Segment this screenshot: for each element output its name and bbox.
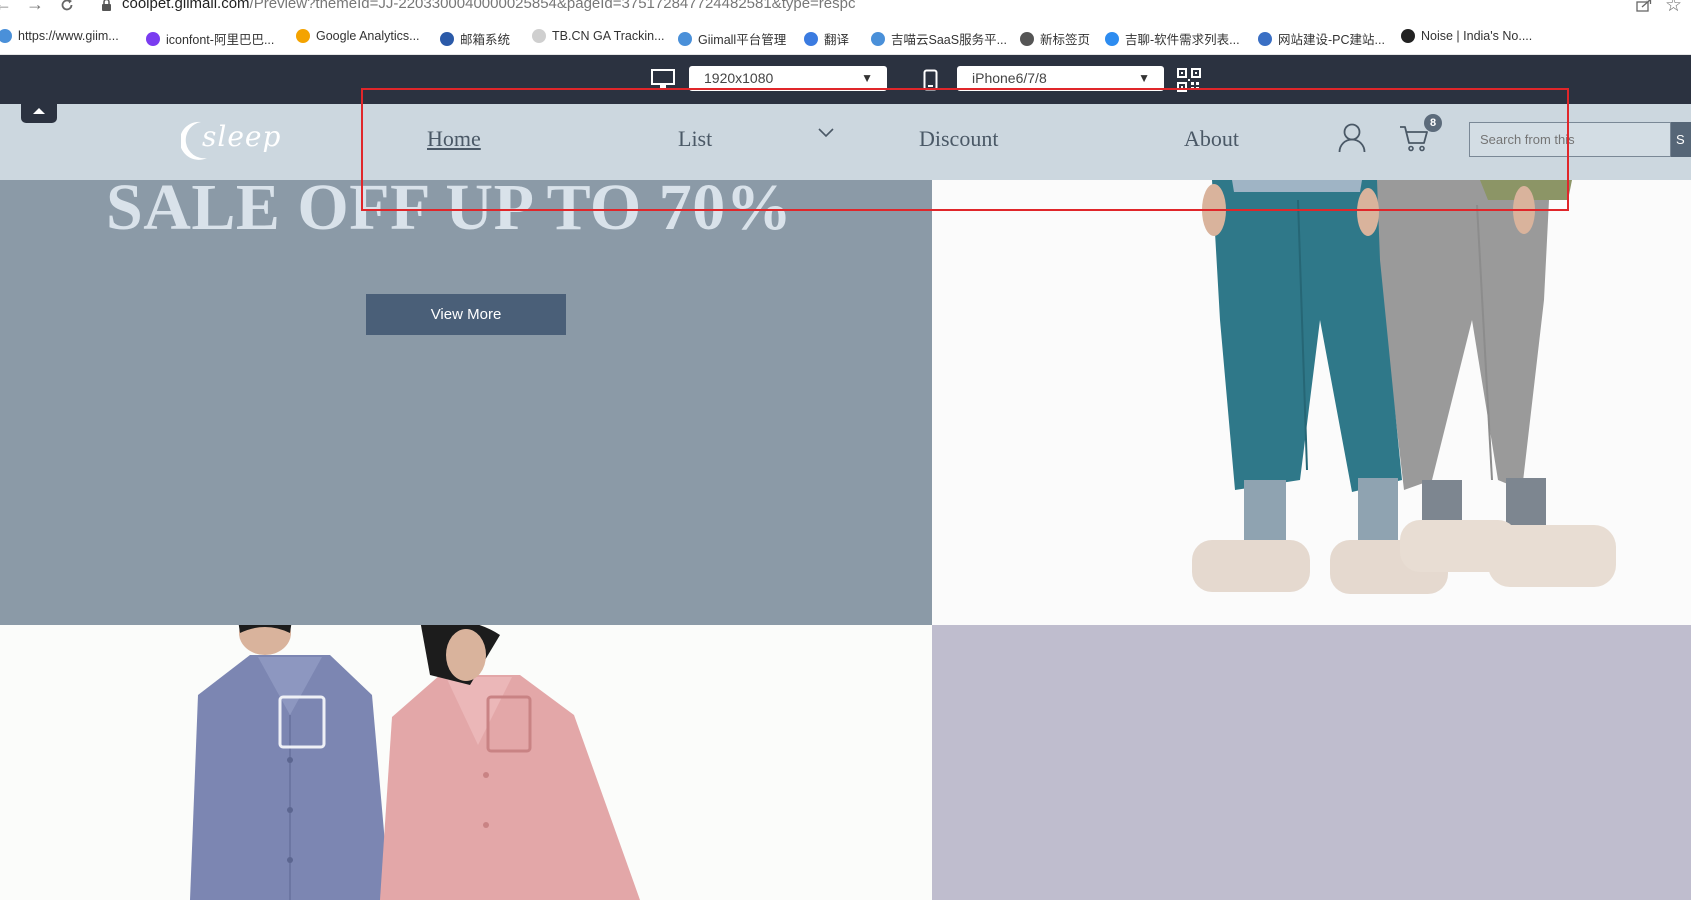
address-field[interactable]: coolpet.giimall.com/Preview?themeId=JJ-2…	[122, 0, 855, 12]
bookmark-item[interactable]: https://www.giim...	[0, 29, 119, 43]
lock-icon	[102, 0, 111, 11]
bookmark-favicon-icon	[0, 29, 12, 43]
bookmarks-bar: https://www.giim... iconfont-阿里巴巴... Googl…	[0, 24, 1691, 55]
dropdown-arrow-icon: ▼	[1138, 71, 1150, 85]
bookmark-label: Noise | India's No....	[1421, 29, 1533, 43]
bookmark-favicon-icon	[1258, 31, 1272, 46]
bookmark-label: Google Analytics...	[316, 29, 420, 43]
bookmark-favicon-icon	[296, 29, 310, 43]
bookmark-item[interactable]: Google Analytics...	[296, 29, 420, 43]
forward-icon[interactable]: →	[26, 0, 44, 15]
bookmark-item[interactable]: Noise | India's No....	[1401, 29, 1532, 43]
bookmark-favicon-icon	[532, 29, 546, 43]
reload-icon[interactable]	[60, 0, 74, 12]
share-icon[interactable]	[1636, 0, 1652, 12]
bookmark-item[interactable]: Giimall平台管理	[678, 29, 786, 48]
bookmark-item[interactable]: 新标签页	[1020, 29, 1090, 48]
bookmark-label: https://www.giim...	[18, 29, 119, 43]
bookmark-item[interactable]: 翻译	[804, 29, 849, 48]
logo-text[interactable]: sleep	[202, 120, 281, 153]
bookmark-favicon-icon	[1401, 29, 1415, 43]
bookmark-label: 吉喵云SaaS服务平...	[891, 33, 1007, 47]
bookmark-favicon-icon	[146, 31, 160, 46]
sale-headline: SALE OFF UP TO 70%	[106, 171, 793, 244]
cart-count-badge: 8	[1424, 114, 1442, 132]
bookmark-favicon-icon	[804, 31, 818, 46]
bookmark-item[interactable]: iconfont-阿里巴巴...	[146, 29, 274, 48]
mobile-icon[interactable]	[923, 69, 938, 91]
desktop-resolution-select[interactable]: 1920x1080 ▼	[689, 66, 887, 91]
pants-product-image[interactable]	[932, 180, 1691, 625]
bookmark-label: 邮箱系统	[460, 33, 511, 47]
bookmark-favicon-icon	[871, 31, 885, 46]
back-to-top-button[interactable]	[21, 100, 57, 123]
promo-tile	[0, 180, 932, 625]
bookmark-label: 吉聊-软件需求列表...	[1125, 33, 1240, 47]
user-account-icon[interactable]	[1338, 123, 1366, 153]
nav-home[interactable]: Home	[427, 126, 481, 152]
search-button[interactable]: S	[1671, 122, 1691, 157]
chevron-down-icon[interactable]	[818, 128, 834, 138]
bookmark-label: 新标签页	[1040, 33, 1091, 47]
nav-discount[interactable]: Discount	[919, 126, 998, 152]
pajama-shirts-product-image[interactable]	[0, 625, 932, 900]
bookmark-item[interactable]: 邮箱系统	[440, 29, 510, 48]
nav-about[interactable]: About	[1184, 126, 1239, 152]
nav-list[interactable]: List	[678, 126, 712, 152]
search-input[interactable]	[1469, 122, 1671, 157]
bookmark-label: 网站建设-PC建站...	[1278, 33, 1385, 47]
dropdown-arrow-icon: ▼	[861, 71, 873, 85]
preview-toolbar: 1920x1080 ▼ iPhone6/7/8 ▼	[0, 55, 1691, 104]
bookmark-item[interactable]: TB.CN GA Trackin...	[532, 29, 665, 43]
bookmark-label: 翻译	[824, 33, 850, 47]
qr-code-icon[interactable]	[1177, 68, 1201, 92]
bookmark-favicon-icon	[678, 31, 692, 46]
browser-url-bar: ← → coolpet.giimall.com/Preview?themeId=…	[0, 0, 1691, 20]
bookmark-favicon-icon	[1105, 31, 1119, 46]
shopping-cart-icon[interactable]	[1399, 124, 1429, 152]
view-more-button[interactable]: View More	[366, 294, 566, 335]
bookmark-label: iconfont-阿里巴巴...	[166, 33, 275, 47]
bookmark-favicon-icon	[1020, 31, 1034, 46]
lilac-banner-tile[interactable]	[932, 625, 1691, 900]
bookmark-item[interactable]: 吉聊-软件需求列表...	[1105, 29, 1240, 48]
bookmark-label: Giimall平台管理	[698, 33, 787, 47]
bookmark-label: TB.CN GA Trackin...	[552, 29, 665, 43]
bookmark-star-icon[interactable]: ☆	[1665, 0, 1682, 17]
bookmark-favicon-icon	[440, 31, 454, 46]
back-icon[interactable]: ←	[0, 0, 12, 15]
bookmark-item[interactable]: 吉喵云SaaS服务平...	[871, 29, 1007, 48]
bookmark-item[interactable]: 网站建设-PC建站...	[1258, 29, 1385, 48]
desktop-icon[interactable]	[651, 69, 675, 91]
mobile-device-select[interactable]: iPhone6/7/8 ▼	[957, 66, 1164, 91]
